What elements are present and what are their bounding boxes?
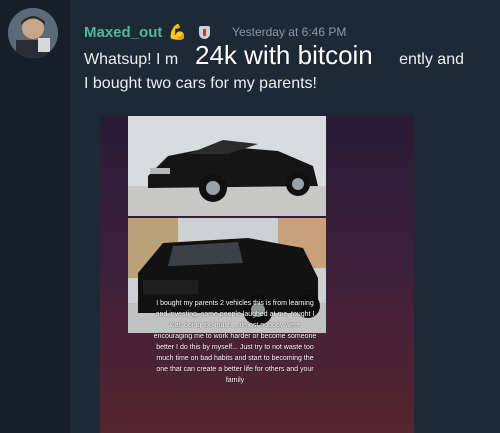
convertible-car-photo xyxy=(128,116,326,216)
shield-icon xyxy=(199,25,211,39)
message-text-line1: Whatsup! I m xyxy=(84,51,179,68)
story-caption: I bought my parents 2 vehicles this is f… xyxy=(153,300,317,384)
user-avatar[interactable] xyxy=(8,8,58,58)
message-text-line1-end: ently and xyxy=(399,51,464,68)
flexed-biceps-emoji: 💪 xyxy=(168,23,188,41)
message-text-line2: I bought two cars for my parents! xyxy=(84,75,317,92)
overlay-caption: 24k with bitcoin xyxy=(195,40,373,70)
timestamp: Yesterday at 6:46 PM xyxy=(232,25,347,39)
username[interactable]: Maxed_out xyxy=(84,24,162,41)
